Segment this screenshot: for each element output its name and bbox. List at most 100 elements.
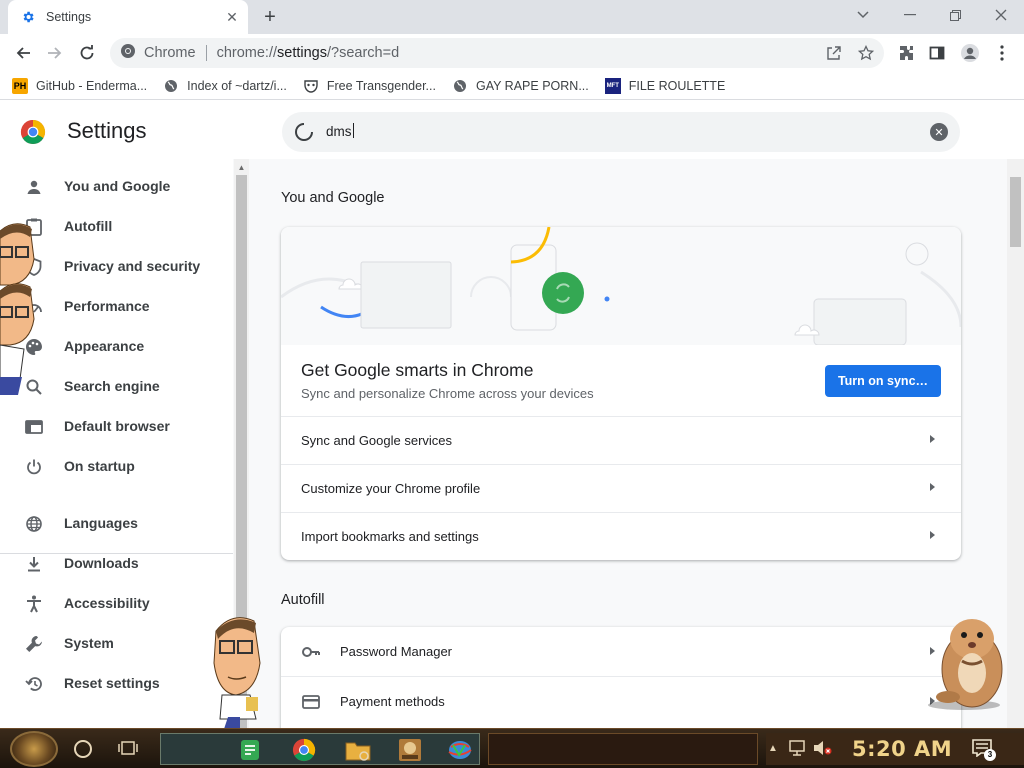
taskbar-window-area (488, 733, 758, 765)
sync-promo-illustration (281, 227, 961, 346)
bookmark-item[interactable]: PH GitHub - Enderma... (12, 74, 147, 98)
bookmark-item[interactable]: MFT FILE ROULETTE (604, 74, 726, 98)
power-icon (24, 457, 44, 477)
reset-icon (24, 674, 44, 694)
network-icon[interactable] (788, 740, 806, 761)
text-caret (352, 123, 354, 138)
url-path: /?search=d (327, 45, 400, 61)
notification-count-badge: 3 (984, 749, 996, 761)
volume-muted-icon[interactable] (812, 740, 832, 761)
turn-on-sync-button[interactable]: Turn on sync… (825, 365, 941, 397)
close-window-button[interactable] (988, 4, 1014, 26)
sidebar-item-reset-settings[interactable]: Reset settings (0, 664, 233, 704)
row-password-manager[interactable]: Password Manager (281, 627, 961, 676)
sidebar-item-label: Downloads (64, 555, 139, 571)
share-icon[interactable] (824, 43, 844, 63)
loading-spinner-icon (294, 122, 314, 142)
new-tab-button[interactable]: + (258, 6, 282, 28)
profile-avatar-icon[interactable] (955, 38, 985, 68)
settings-main: You and Google Get Google smarts in Chro… (250, 159, 1006, 728)
bookmark-item[interactable]: Free Transgender... (303, 74, 436, 98)
back-button[interactable] (8, 38, 38, 68)
forward-button[interactable] (40, 38, 70, 68)
cartoon-man-sticker (210, 611, 266, 728)
bookmark-item[interactable]: Index of ~dartz/i... (163, 74, 287, 98)
sidebar-item-label: Default browser (64, 418, 170, 434)
sidebar-item-you-and-google[interactable]: You and Google (0, 167, 233, 207)
site-info-chip[interactable]: Chrome (120, 43, 196, 63)
settings-page: Settings dms ✕ You and Google Autofill Pri… (0, 101, 1024, 728)
sidebar-item-label: System (64, 635, 114, 651)
start-button[interactable] (10, 731, 58, 767)
row-label: Payment methods (340, 694, 445, 709)
sidebar-item-label: You and Google (64, 178, 171, 194)
sidebar-item-default-browser[interactable]: Default browser (0, 407, 233, 447)
kebab-menu-icon[interactable] (987, 38, 1017, 68)
minimize-button[interactable] (897, 4, 923, 26)
url-host: settings (277, 45, 327, 61)
sidebar-item-on-startup[interactable]: On startup (0, 447, 233, 487)
show-hidden-icons-icon[interactable]: ▲ (768, 743, 778, 754)
url-scheme: chrome:// (216, 45, 278, 61)
sidebar-item-label: Appearance (64, 338, 145, 354)
bookmarks-bar: PH GitHub - Enderma... Index of ~dartz/i… (0, 72, 1024, 100)
row-customize-chrome-profile[interactable]: Customize your Chrome profile (281, 464, 961, 512)
sidebar-item-downloads[interactable]: Downloads (0, 544, 233, 584)
mft-logo-icon: MFT (604, 77, 621, 94)
row-label: Password Manager (340, 644, 452, 659)
settings-search-input[interactable]: dms ✕ (282, 112, 960, 152)
chrome-taskbar-icon[interactable] (287, 737, 321, 763)
globe-app-icon[interactable] (443, 737, 477, 763)
section-title-autofill: Autofill (281, 592, 325, 608)
row-payment-methods[interactable]: Payment methods (281, 676, 961, 725)
taskbar-clock[interactable]: 5:20 AM (852, 737, 952, 761)
task-view-icon[interactable] (118, 739, 140, 759)
sidebar-item-system[interactable]: System (0, 624, 233, 664)
sidebar-item-accessibility[interactable]: Accessibility (0, 584, 233, 624)
section-title-you-and-google: You and Google (281, 190, 385, 206)
reload-button[interactable] (72, 38, 102, 68)
search-circle-icon[interactable] (74, 740, 92, 758)
tab-close-icon[interactable]: ✕ (222, 7, 242, 27)
sidebar-divider (0, 553, 233, 554)
sidebar-item-languages[interactable]: Languages (0, 504, 233, 544)
sidebar-item-label: Reset settings (64, 675, 160, 691)
row-sync-and-google-services[interactable]: Sync and Google services (281, 416, 961, 464)
restore-button[interactable] (942, 4, 968, 26)
taskbar: ▲ 5:20 AM 3 (0, 728, 1024, 768)
arrow-right-icon (930, 435, 935, 443)
page-title: Settings (67, 118, 147, 143)
cartoon-man-sticker (0, 219, 44, 402)
arrow-right-icon (930, 531, 935, 539)
tab-settings[interactable]: Settings ✕ (8, 0, 248, 34)
clear-search-icon[interactable]: ✕ (930, 123, 948, 141)
row-import-bookmarks[interactable]: Import bookmarks and settings (281, 512, 961, 560)
chrome-logo-icon (120, 43, 136, 63)
bookmark-item[interactable]: GAY RAPE PORN... (452, 74, 589, 98)
autofill-card: Password Manager Payment methods (281, 627, 961, 728)
wrench-icon (24, 634, 44, 654)
row-label: Import bookmarks and settings (301, 529, 479, 544)
bookmark-label: GitHub - Enderma... (36, 78, 148, 93)
gear-icon (20, 9, 36, 25)
search-query: dms (326, 123, 354, 139)
main-scroll-thumb[interactable] (1010, 177, 1021, 247)
extensions-icon[interactable] (891, 38, 921, 68)
address-bar[interactable]: Chrome chrome://settings/?search=d (110, 38, 884, 68)
bookmark-label: Free Transgender... (326, 78, 436, 93)
sidebar-item-label: Accessibility (64, 595, 150, 611)
notes-app-icon[interactable] (233, 737, 267, 763)
file-explorer-icon[interactable] (341, 737, 375, 763)
search-query-text: dms (326, 124, 352, 139)
browser-toolbar: Chrome chrome://settings/?search=d (0, 34, 1024, 72)
settings-header: Settings dms ✕ (0, 101, 1024, 159)
bookmark-label: Index of ~dartz/i... (187, 78, 287, 93)
tab-search-chevron-icon[interactable] (850, 4, 876, 26)
globe-icon (163, 78, 179, 94)
key-icon (301, 642, 321, 662)
scroll-up-arrow-icon[interactable]: ▲ (236, 163, 247, 173)
game-app-icon[interactable] (393, 737, 427, 763)
bookmark-label: FILE ROULETTE (628, 78, 726, 93)
bookmark-star-icon[interactable] (856, 43, 876, 63)
side-panel-icon[interactable] (922, 38, 952, 68)
